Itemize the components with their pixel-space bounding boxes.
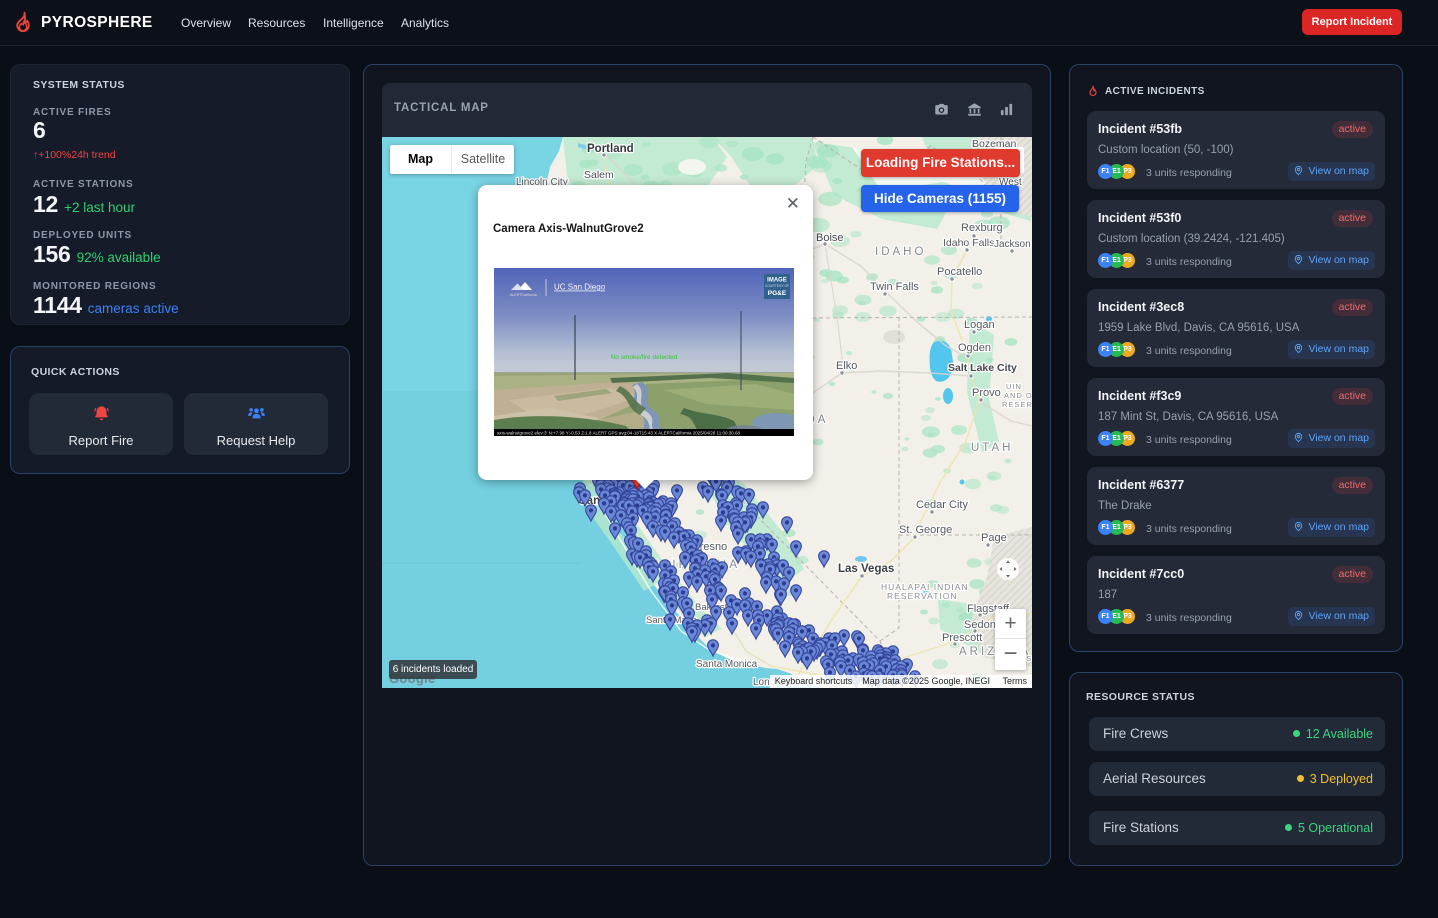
svg-text:COURTESY OF: COURTESY OF — [765, 284, 789, 288]
svg-text:Logan: Logan — [964, 319, 995, 331]
svg-text:RESER: RESER — [1002, 400, 1032, 409]
svg-text:PG&E: PG&E — [768, 290, 787, 297]
svg-text:Elko: Elko — [836, 360, 857, 372]
svg-text:Pocatello: Pocatello — [937, 266, 982, 278]
svg-text:No smoke/fire detected: No smoke/fire detected — [611, 354, 678, 361]
svg-text:IMAGE: IMAGE — [767, 278, 787, 284]
svg-text:ALERTCalifornia: ALERTCalifornia — [510, 293, 537, 297]
svg-text:Portland: Portland — [587, 143, 634, 155]
svg-text:UC San Diego: UC San Diego — [554, 283, 606, 292]
svg-text:Prescott: Prescott — [942, 632, 982, 644]
svg-text:Boise: Boise — [816, 232, 844, 244]
svg-text:Jackson: Jackson — [994, 239, 1031, 250]
svg-text:Page: Page — [981, 532, 1007, 544]
svg-text:Ogden: Ogden — [958, 342, 991, 354]
svg-text:Las Vegas: Las Vegas — [838, 563, 894, 575]
svg-text:Idaho Falls: Idaho Falls — [943, 237, 994, 249]
svg-text:Salt Lake City: Salt Lake City — [948, 362, 1017, 374]
svg-text:Twin Falls: Twin Falls — [870, 281, 919, 293]
svg-text:Salem: Salem — [584, 169, 614, 181]
svg-text:UIN: UIN — [1006, 382, 1022, 391]
svg-text:Provo: Provo — [972, 387, 1001, 399]
svg-text:UTAH: UTAH — [971, 442, 1013, 454]
svg-text:St. George: St. George — [899, 524, 952, 536]
svg-text:axis-walnutgrove2 elev:3' N:+7: axis-walnutgrove2 elev:3' N:+7.98 Y:-0.5… — [497, 431, 740, 436]
svg-text:IDAHO: IDAHO — [875, 246, 926, 258]
svg-text:Santa Monica: Santa Monica — [696, 659, 758, 670]
svg-text:RESERVATION: RESERVATION — [887, 591, 958, 601]
svg-text:AND O: AND O — [1004, 391, 1032, 400]
svg-text:Cedar City: Cedar City — [916, 499, 968, 511]
svg-text:Rexburg: Rexburg — [961, 222, 1003, 234]
